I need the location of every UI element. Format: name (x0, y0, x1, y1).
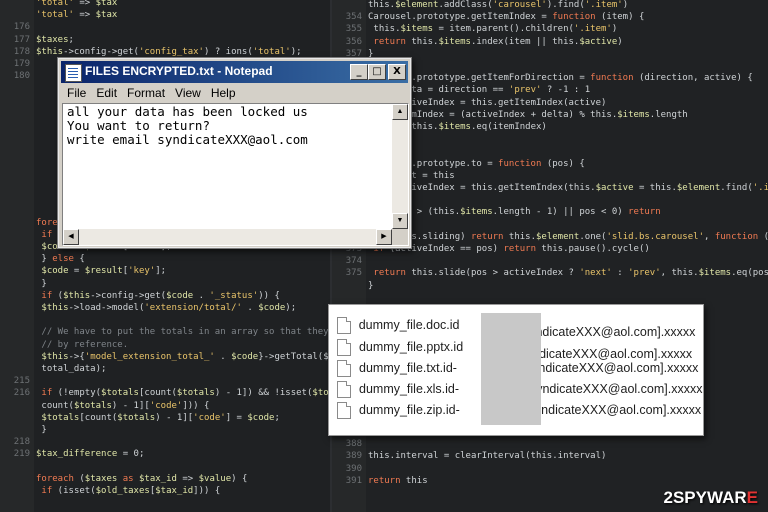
file-name: dummy_file.zip.id- (359, 403, 460, 417)
menu-file[interactable]: File (61, 84, 91, 102)
code-text: this.$element.addClass('carousel').find(… (368, 0, 629, 10)
scroll-right-icon[interactable]: ▶ (376, 229, 392, 245)
code-text: $totals[count($totals) - 1]['code'] = $c… (41, 412, 280, 423)
brand-watermark: 2SPYWARE (664, 488, 758, 508)
file-icon (337, 401, 351, 419)
notepad-icon (65, 64, 82, 82)
ransom-note-text[interactable]: all your data has been locked us You wan… (67, 105, 388, 147)
close-button[interactable]: X (388, 64, 406, 80)
code-text: 'total' => $tax (36, 0, 118, 8)
code-text: if (!empty($totals[count($totals) - 1]) … (41, 388, 330, 399)
code-text: $this->{'model_extension_total_' . $code… (41, 351, 329, 362)
code-text: foreach ($taxes as $tax_id => $value) { (36, 473, 248, 484)
code-line: 391 return this (332, 474, 768, 488)
code-text: total_data); (36, 364, 107, 374)
watermark-accent: E (746, 488, 758, 507)
code-text: $this->load->model('extension/total/' . … (41, 303, 297, 313)
menu-edit[interactable]: Edit (91, 84, 122, 102)
file-icon (337, 338, 351, 356)
scroll-down-icon[interactable]: ▼ (392, 213, 408, 229)
code-text: // We have to put the totals in an array… (36, 327, 330, 338)
file-extension: A.[syndicateXXX@aol.com].xxxxx (516, 333, 693, 361)
file-name: dummy_file.xls.id- (359, 382, 460, 396)
code-text: return this.$items.index(item || this.$a… (373, 36, 623, 47)
code-text: } (368, 280, 374, 291)
window-title: FILES ENCRYPTED.txt - Notepad (85, 64, 273, 78)
code-text: $code = $result['key']; (41, 266, 167, 277)
resize-grip[interactable] (392, 229, 408, 245)
code-text: Carousel.prototype.getItemForDirection =… (368, 73, 753, 84)
file-name: dummy_file.pptx.id (358, 340, 464, 354)
code-text: this.$items = item.parent().children('.i… (368, 24, 618, 35)
file-name: dummy_file.txt.id- (359, 361, 457, 375)
code-text: return this (368, 475, 428, 486)
code-text: 'total' => $tax (36, 10, 118, 21)
code-text: var activeIndex = this.getItemIndex(this… (373, 183, 768, 193)
vertical-scrollbar[interactable]: ▲ ▼ (392, 104, 408, 229)
code-text: var itemIndex = (activeIndex + delta) % … (373, 109, 688, 120)
code-text: this.interval = clearInterval(this.inter… (368, 451, 607, 462)
code-text: if ($this->config->get($code . '_status'… (41, 290, 280, 301)
redaction-box (481, 313, 541, 425)
code-text: Carousel.prototype.getItemIndex = functi… (368, 12, 645, 23)
notepad-window: FILES ENCRYPTED.txt - Notepad _ □ X File… (57, 57, 412, 249)
line-number: 391 (345, 475, 362, 486)
file-name: dummy_file.doc.id (358, 318, 460, 332)
code-text: count($totals) - 1]['code'])) { (36, 400, 210, 411)
code-text: $tax_difference = 0; (36, 449, 145, 460)
file-extension: .[syndicateXXX@aol.com].xxxxx (523, 382, 703, 396)
file-extension: .[syndicateXXX@aol.com].xxxxx (518, 361, 699, 375)
scroll-up-icon[interactable]: ▲ (392, 104, 408, 120)
code-text: // by reference. (36, 339, 129, 350)
code-text: return this.slide(pos > activeIndex ? 'n… (373, 268, 768, 279)
code-text: } (36, 425, 47, 435)
encrypted-file-list: dummy_file.doc.id A.[syndicateXXX@aol.com… (328, 304, 704, 436)
file-extension: .[syndicateXXX@aol.com].xxxxx (521, 403, 702, 417)
minimize-button[interactable]: _ (350, 64, 368, 80)
code-text: $this->config->get('config_tax') ? ions(… (36, 46, 302, 57)
scroll-left-icon[interactable]: ◀ (63, 229, 79, 245)
code-text: $taxes; (36, 34, 74, 45)
title-bar[interactable]: FILES ENCRYPTED.txt - Notepad _ □ X (61, 61, 408, 83)
code-text: } else { (36, 254, 85, 265)
text-area[interactable]: all your data has been locked us You wan… (62, 103, 409, 246)
horizontal-scrollbar[interactable]: ◀ ▶ (63, 229, 392, 245)
file-icon (337, 316, 351, 334)
code-text: if (this.sliding) return this.$element.o… (373, 231, 768, 242)
menu-help[interactable]: Help (206, 84, 241, 102)
menu-format[interactable]: Format (122, 84, 170, 102)
code-text: if (isset($old_taxes[$tax_id])) { (41, 486, 221, 496)
code-text: } (36, 278, 47, 289)
file-icon (337, 380, 351, 398)
menu-bar: File Edit Format View Help (61, 84, 408, 103)
watermark-text: 2SPYWAR (663, 488, 747, 507)
maximize-button[interactable]: □ (368, 64, 386, 80)
file-icon (337, 359, 351, 377)
code-line: if (isset($old_taxes[$tax_id])) { (0, 484, 330, 498)
menu-view[interactable]: View (170, 84, 206, 102)
